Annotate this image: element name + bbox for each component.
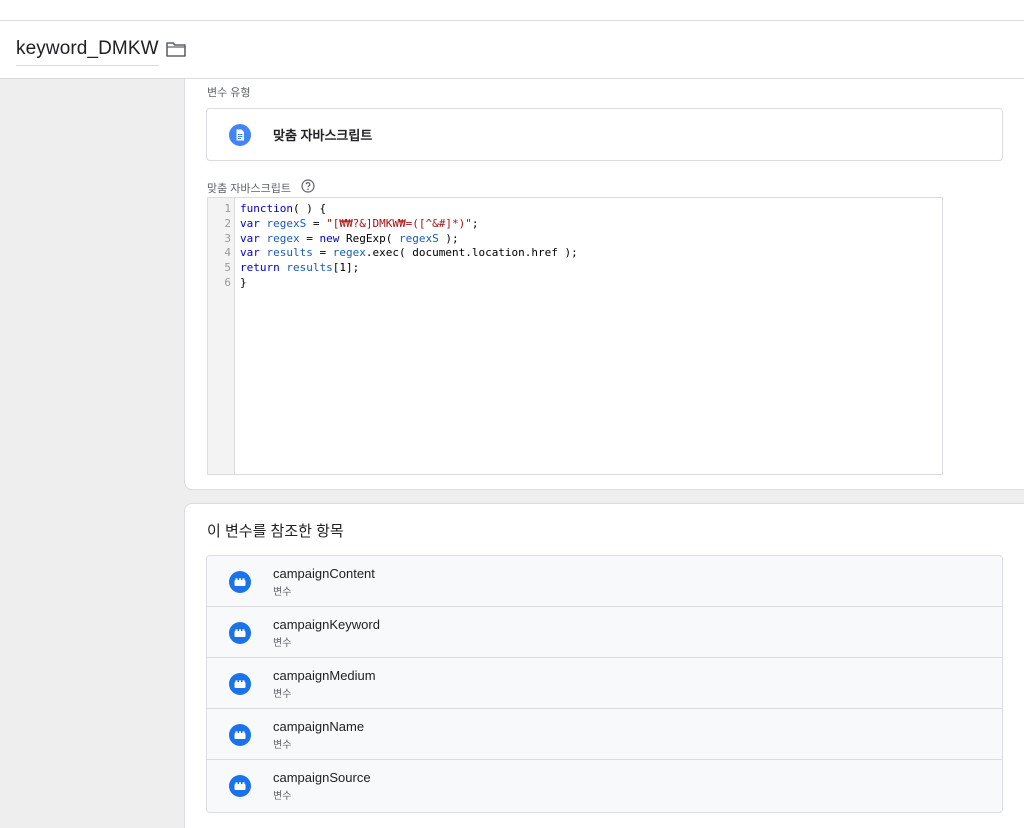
line-number-gutter: 1 2 3 4 5 6: [208, 198, 235, 474]
variable-block-icon: [229, 571, 251, 593]
variable-name-title[interactable]: keyword_DMKW: [16, 38, 159, 66]
reference-name: campaignName: [273, 719, 365, 734]
line-number: 5: [224, 261, 231, 275]
list-item[interactable]: campaignName 변수: [207, 709, 1002, 760]
reference-type: 변수: [273, 689, 292, 700]
help-circle-icon[interactable]: [301, 179, 315, 193]
variable-header: keyword_DMKW: [0, 21, 1024, 79]
variable-block-icon: [229, 724, 251, 746]
list-item[interactable]: campaignMedium 변수: [207, 658, 1002, 709]
line-number: 1: [224, 202, 231, 215]
reference-name: campaignKeyword: [273, 617, 380, 632]
reference-type: 변수: [273, 740, 292, 751]
code-line: function( ) {: [240, 202, 327, 215]
variable-block-icon: [229, 775, 251, 797]
custom-javascript-label: 맞춤 자바스크립트: [207, 183, 292, 195]
references-list: campaignContent 변수 campaignKeyword 변수 ca…: [206, 555, 1003, 813]
list-item[interactable]: campaignKeyword 변수: [207, 607, 1002, 658]
reference-type: 변수: [273, 638, 292, 649]
variable-block-icon: [229, 622, 251, 644]
variable-type-selector[interactable]: 맞춤 자바스크립트: [206, 108, 1003, 161]
reference-name: campaignMedium: [273, 668, 376, 683]
code-line: }: [240, 275, 247, 289]
variable-type-name: 맞춤 자바스크립트: [273, 128, 373, 143]
folder-icon[interactable]: [165, 40, 187, 58]
list-item[interactable]: campaignSource 변수: [207, 760, 1002, 812]
reference-type: 변수: [273, 587, 292, 598]
code-editor[interactable]: 1 2 3 4 5 6 function( ) { var regexS = "…: [207, 197, 943, 475]
references-card: 이 변수를 참조한 항목 campaignContent 변수 campaign…: [184, 503, 1024, 828]
left-gutter-area: [0, 79, 184, 828]
code-line: var results = regex.exec( document.locat…: [240, 246, 578, 260]
top-app-bar: [0, 0, 1024, 21]
line-number: 4: [224, 246, 231, 260]
reference-type: 변수: [273, 791, 292, 802]
reference-name: campaignSource: [273, 770, 371, 785]
variable-block-icon: [229, 673, 251, 695]
code-line: return results[1];: [240, 261, 360, 275]
line-number: 3: [224, 231, 231, 245]
code-line: var regex = new RegExp( regexS );: [240, 231, 459, 245]
variable-type-label: 변수 유형: [207, 87, 251, 99]
references-title: 이 변수를 참조한 항목: [207, 523, 344, 540]
line-number: 6: [224, 275, 231, 289]
document-icon: [229, 124, 251, 146]
code-line: var regexS = "[₩₩?&]DMKW₩=([^&#]*)";: [240, 216, 479, 230]
reference-name: campaignContent: [273, 566, 375, 581]
list-item[interactable]: campaignContent 변수: [207, 556, 1002, 607]
variable-configuration-card: 변수 유형 맞춤 자바스크립트 맞춤 자바스크립트 1 2 3 4 5 6 fu…: [184, 79, 1024, 490]
line-number: 2: [224, 216, 231, 230]
code-content[interactable]: function( ) { var regexS = "[₩₩?&]DMKW₩=…: [240, 202, 938, 291]
